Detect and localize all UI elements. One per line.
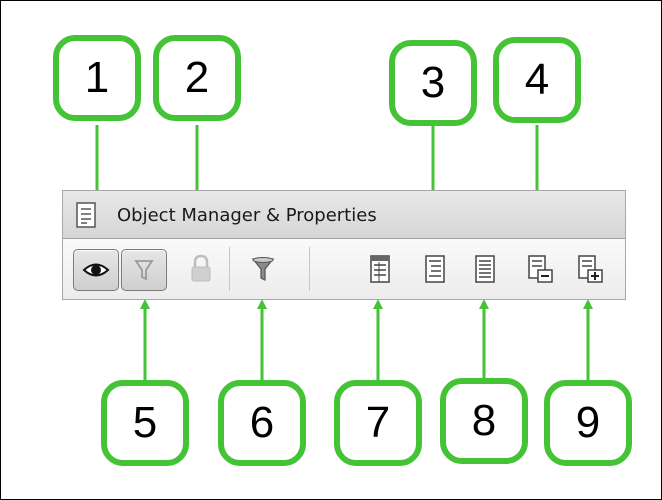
callout-number: 9 xyxy=(575,398,601,447)
callout-number: 8 xyxy=(471,396,497,445)
property-sheet-icon xyxy=(475,255,495,283)
lock-icon xyxy=(191,254,211,282)
show-objects-button[interactable] xyxy=(73,249,119,291)
object-manager-icon xyxy=(76,202,96,228)
callout-7: 7 xyxy=(334,380,422,466)
panel-toolbar xyxy=(63,239,625,299)
property-grid-icon xyxy=(425,255,445,283)
funnel-icon xyxy=(251,257,275,281)
lock-button[interactable] xyxy=(179,249,223,289)
callout-9: 9 xyxy=(544,380,632,466)
callout-2: 2 xyxy=(153,35,241,121)
callout-1: 1 xyxy=(53,35,141,121)
callout-number: 3 xyxy=(420,58,446,107)
callout-3: 3 xyxy=(389,40,477,126)
callout-number: 4 xyxy=(524,55,550,104)
expand-all-icon xyxy=(578,255,603,283)
collapse-all-icon xyxy=(528,255,553,283)
toolbar-separator xyxy=(309,247,310,291)
callout-4: 4 xyxy=(493,37,581,123)
filter-icon xyxy=(134,260,154,281)
callout-number: 1 xyxy=(84,53,110,102)
collapse-all-button[interactable] xyxy=(518,249,562,289)
callout-number: 5 xyxy=(132,398,158,447)
property-list-icon xyxy=(370,255,390,283)
object-manager-panel: Object Manager & Properties xyxy=(62,190,626,300)
callout-number: 2 xyxy=(184,53,210,102)
property-list-button[interactable] xyxy=(358,249,402,289)
show-filter-button[interactable] xyxy=(121,249,167,291)
callout-6: 6 xyxy=(218,380,306,466)
callout-number: 6 xyxy=(249,398,275,447)
property-sheet-button[interactable] xyxy=(463,249,507,289)
toolbar-separator xyxy=(229,247,230,291)
callout-number: 7 xyxy=(365,398,391,447)
eye-icon xyxy=(82,263,110,277)
callout-8: 8 xyxy=(440,378,528,464)
callout-5: 5 xyxy=(101,380,189,466)
expand-all-button[interactable] xyxy=(568,249,612,289)
panel-title: Object Manager & Properties xyxy=(117,205,377,226)
panel-header: Object Manager & Properties xyxy=(63,191,625,239)
filter-button[interactable] xyxy=(241,249,285,289)
property-grid-button[interactable] xyxy=(413,249,457,289)
